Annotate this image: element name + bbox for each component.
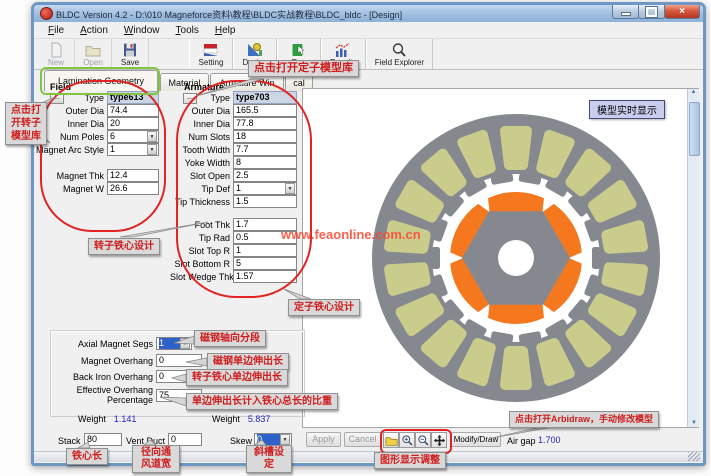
watermark: www.feaonline.com.cn: [281, 227, 421, 242]
cancel-button[interactable]: Cancel: [344, 432, 381, 447]
save-icon: [122, 42, 138, 58]
toolbar: New Open Save Setting Design Run Results: [34, 39, 703, 70]
close-button[interactable]: ×: [664, 5, 700, 19]
graphics-icons-red-box-annotation: [380, 429, 452, 454]
scroll-up-icon[interactable]: ▲: [691, 89, 697, 95]
vertical-scrollbar[interactable]: ▲▼: [687, 89, 699, 427]
run-icon: [291, 42, 307, 58]
motor-cross-section: [346, 98, 686, 418]
window-title: BLDC Version 4.2 - D:\010 Magneforce资料\教…: [56, 8, 402, 21]
open-label: Open: [83, 58, 103, 67]
toolbar-spacer: [149, 39, 189, 69]
menu-window[interactable]: Window: [116, 24, 168, 37]
effective-overhang-pct-label: Effective Overhang Percentage: [50, 385, 153, 405]
close-icon: ×: [679, 7, 685, 17]
annotation-stator-core-design: 定子铁心设计: [288, 299, 360, 316]
annotation-magnet-overhang: 磁钢单边伸出长: [207, 353, 289, 370]
tab-partial-label: cal: [293, 78, 305, 88]
setting-icon: [202, 42, 220, 58]
chevron-down-icon[interactable]: ▼: [280, 434, 290, 445]
minimize-icon: [621, 12, 631, 16]
menu-help[interactable]: Help: [207, 24, 244, 37]
live-model-label: 模型实时显示: [589, 100, 665, 119]
air-gap-label: Air gap: [507, 435, 536, 447]
annotation-arbidraw: 点击打开Arbidraw，手动修改模型: [509, 411, 659, 428]
field-weight: Weight 1.141: [78, 414, 136, 424]
minimize-button[interactable]: [612, 5, 639, 19]
field-explorer-label: Field Explorer: [375, 58, 424, 67]
menu-action[interactable]: Action: [72, 24, 116, 37]
field-explorer-button[interactable]: Field Explorer: [366, 39, 433, 69]
field-group-red-circle-annotation: [40, 80, 166, 232]
resize-grip[interactable]: [688, 452, 700, 461]
overhang-row-magnet-overhang: Magnet Overhang 0: [50, 354, 205, 367]
new-button[interactable]: New: [38, 39, 75, 69]
setting-label: Setting: [199, 58, 224, 67]
open-folder-icon: [85, 42, 101, 58]
maximize-button[interactable]: [638, 5, 665, 19]
annotation-backiron-overhang: 转子铁心单边伸出长: [186, 369, 288, 386]
apply-button[interactable]: Apply: [306, 432, 341, 447]
open-button[interactable]: Open: [75, 39, 112, 69]
stack-label: Stack: [58, 435, 81, 447]
overhang-row-effective-pct: Effective Overhang Percentage 75: [50, 384, 205, 406]
annotation-axial-segments: 磁钢轴向分段: [194, 330, 266, 347]
annotation-rotor-core-design: 转子铁心设计: [88, 238, 160, 255]
armature-weight-label: Weight: [212, 414, 240, 424]
annotation-stator-library: 点击打开定子模型库: [248, 60, 359, 77]
tab-highlight-annotation: [40, 67, 160, 95]
annotation-rotor-library: 点击打开转子模型库: [5, 102, 47, 145]
back-iron-overhang-label: Back Iron Overhang: [50, 371, 153, 383]
annotation-stack: 铁心长: [66, 448, 108, 465]
annotation-vent-duct: 径向通风道宽: [132, 445, 180, 473]
scroll-down-icon[interactable]: ▼: [691, 420, 697, 426]
magnet-overhang-label: Magnet Overhang: [50, 355, 153, 367]
annotation-overhang-percentage: 单边伸出长计入铁心总长的比重: [186, 393, 338, 410]
shaft-hole: [498, 240, 534, 276]
air-gap-value: 1.700: [538, 435, 561, 445]
new-label: New: [48, 58, 64, 67]
armature-weight: Weight 5.837: [212, 414, 270, 424]
axial-magnet-segs-label: Axial Magnet Segs: [50, 338, 153, 350]
axial-magnet-segs-dropdown[interactable]: 1▼: [156, 337, 192, 350]
maximize-icon: [646, 7, 657, 17]
menu-tools[interactable]: Tools: [168, 24, 207, 37]
field-weight-label: Weight: [78, 414, 106, 424]
menu-file[interactable]: File: [40, 24, 72, 37]
scrollbar-thumb[interactable]: [689, 102, 700, 156]
chevron-down-icon[interactable]: ▼: [180, 338, 190, 349]
annotation-skew: 斜槽设定: [246, 445, 292, 473]
magnet-overhang-input[interactable]: 0: [156, 354, 202, 367]
magnifier-icon: [391, 42, 407, 58]
app-icon: [40, 7, 53, 20]
annotation-graphics-adjust: 图形显示调整: [374, 452, 446, 469]
save-button[interactable]: Save: [112, 39, 149, 69]
stack-input[interactable]: 80: [84, 433, 122, 446]
armature-weight-value: 5.837: [248, 414, 271, 424]
design-icon: [246, 42, 264, 58]
modify-draw-button[interactable]: Modify/Draw: [451, 432, 501, 447]
overhang-row-axial-segs: Axial Magnet Segs 1▼: [50, 337, 195, 350]
field-weight-value: 1.141: [114, 414, 137, 424]
overhang-row-back-iron: Back Iron Overhang 0: [50, 370, 205, 383]
save-label: Save: [121, 58, 139, 67]
setting-button[interactable]: Setting: [189, 39, 233, 69]
results-chart-icon: [334, 42, 352, 58]
screenshot-root: BLDC Version 4.2 - D:\010 Magneforce资料\教…: [0, 0, 711, 476]
menu-bar: File Action Window Tools Help: [34, 22, 703, 39]
armature-group-red-circle-annotation: [176, 80, 312, 298]
new-file-icon: [48, 42, 64, 58]
